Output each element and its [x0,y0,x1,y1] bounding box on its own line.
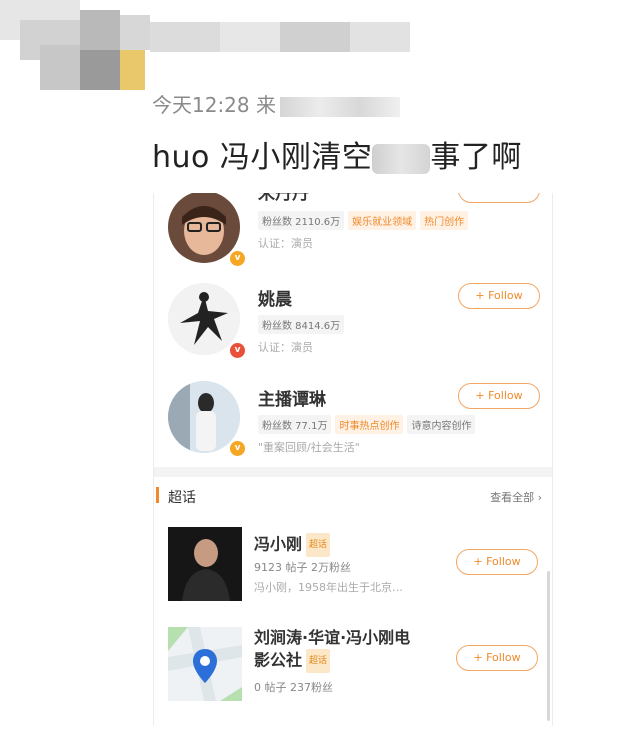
scrollbar[interactable] [547,571,550,721]
tag: 热门创作 [420,211,469,230]
supertopic-badge: 超话 [306,649,331,673]
supertopic-section-header: 超话 查看全部 › [154,483,552,513]
topic-stats: 0 帖子 237粉丝 [254,681,333,694]
post-timestamp: 今天12:28 来 [152,89,400,118]
topic-name[interactable]: 刘涧涛·华谊·冯小刚电 影公社 超话 [254,627,410,673]
follow-button[interactable]: + Follow [458,193,540,203]
verified-icon: v [228,439,247,458]
fans-count: 粉丝数 2110.6万 [258,211,345,230]
section-accent-bar [156,487,159,503]
user-stats: 粉丝数 8414.6万 [258,315,348,334]
topic-thumbnail[interactable] [168,627,242,701]
fans-count: 粉丝数 77.1万 [258,415,332,434]
verification-text: 认证：演员 [258,237,313,250]
topic-thumbnail[interactable] [168,527,242,601]
tag: 诗意内容创作 [407,415,476,434]
topic-title: 冯小刚 [254,534,303,554]
verified-icon: v [228,341,247,360]
post-text: huo 冯小刚清空 事了啊 [152,132,522,176]
topic-name[interactable]: 冯小刚 超话 [254,533,331,557]
topic-description: 冯小刚，1958年出生于北京… [254,581,403,594]
tag: 娱乐就业领域 [348,211,417,230]
supertopic-row[interactable]: 冯小刚 超话 9123 帖子 2万粉丝 冯小刚，1958年出生于北京… + Fol… [154,523,552,613]
supertopic-row[interactable]: 刘涧涛·华谊·冯小刚电 影公社 超话 0 帖子 237粉丝 + Follow [154,621,552,711]
user-stats: 粉丝数 77.1万 时事热点创作 诗意内容创作 [258,415,479,434]
user-stats: 粉丝数 2110.6万 娱乐就业领域 热门创作 [258,211,472,230]
post-time: 今天12:28 [152,93,250,117]
verification-text: "重案回顾/社会生活" [258,441,360,454]
post-source-prefix: 来 [256,93,276,117]
post-text-suffix: 事了啊 [430,140,522,175]
supertopic-badge: 超话 [306,533,331,557]
follow-button[interactable]: + Follow [458,383,540,409]
blurred-user-header [0,0,460,90]
topic-title-line2: 影公社 [254,650,303,670]
user-name[interactable]: 宋丹丹 [258,193,309,204]
section-divider [154,467,552,477]
embedded-search-screenshot: v 宋丹丹 粉丝数 2110.6万娱乐就业领域热门创作 认证：演员 + Foll… [153,193,553,726]
user-row[interactable]: v 姚晨 粉丝数 8414.6万 认证：演员 + Follow [154,277,552,369]
user-row[interactable]: v 主播谭琳 粉丝数 77.1万 时事热点创作 诗意内容创作 "重案回顾/社会生活"… [154,375,552,467]
tag: 时事热点创作 [335,415,404,434]
blurred-word [372,143,431,174]
section-title: 超话 [168,490,196,506]
topic-title-line1: 刘涧涛·华谊·冯小刚电 [254,628,411,647]
fans-count: 粉丝数 8414.6万 [258,315,345,334]
user-name[interactable]: 姚晨 [258,285,292,310]
topic-stats: 9123 帖子 2万粉丝 [254,561,351,574]
follow-button[interactable]: + Follow [456,645,538,671]
verified-icon: v [228,249,247,268]
post-text-main: huo 冯小刚清空 [152,140,373,175]
user-name[interactable]: 主播谭琳 [258,385,326,410]
blurred-source [280,96,400,117]
follow-button[interactable]: + Follow [458,283,540,309]
follow-button[interactable]: + Follow [456,549,538,575]
view-all-link[interactable]: 查看全部 › [490,489,542,505]
user-row[interactable]: v 宋丹丹 粉丝数 2110.6万娱乐就业领域热门创作 认证：演员 + Foll… [154,193,552,273]
verification-text: 认证：演员 [258,341,313,354]
